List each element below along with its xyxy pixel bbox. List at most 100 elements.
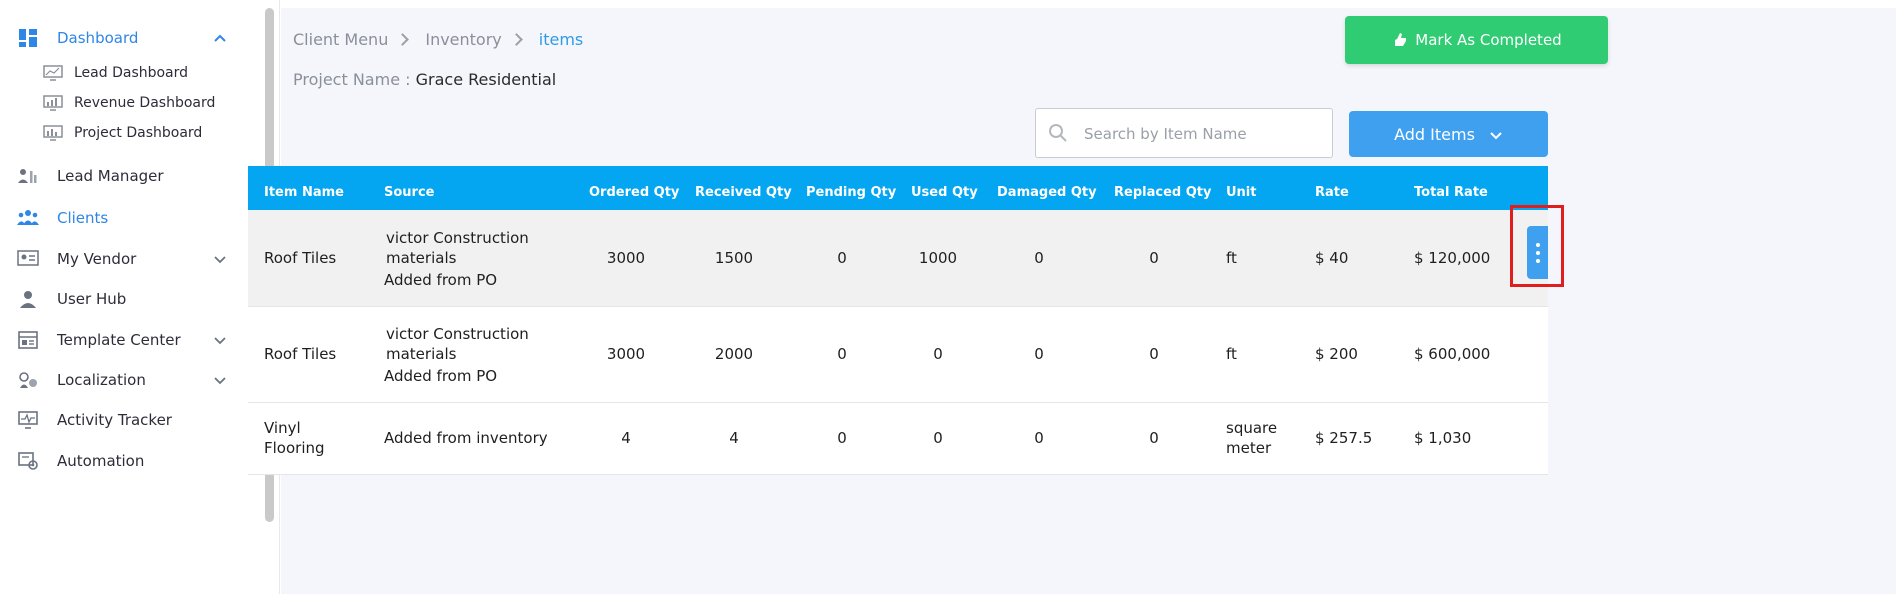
breadcrumb-inventory[interactable]: Inventory — [425, 30, 501, 49]
search-input[interactable] — [1084, 119, 1324, 149]
cell-pending-qty: 0 — [837, 429, 847, 447]
chevron-down-icon[interactable] — [212, 251, 228, 267]
project-name-value: Grace Residential — [415, 70, 557, 89]
project-chart-icon — [43, 125, 63, 141]
cell-unit-line1: square — [1226, 419, 1278, 437]
cell-received-qty: 1500 — [714, 249, 754, 267]
breadcrumb-client-menu[interactable]: Client Menu — [293, 30, 388, 49]
sidebar-item-lead-manager[interactable]: Lead Manager — [0, 156, 260, 196]
template-icon — [16, 328, 40, 352]
cell-item-name-line1: Vinyl — [264, 419, 301, 437]
monitor-chart-icon — [43, 65, 63, 81]
sidebar-item-label: User Hub — [57, 290, 127, 308]
app: Dashboard Lead Dashboard Revenue Dashboa… — [0, 0, 1896, 594]
sidebar-subitem-revenue-dashboard[interactable]: Revenue Dashboard — [0, 88, 260, 118]
sidebar-item-label: My Vendor — [57, 250, 137, 268]
cell-received-qty: 4 — [729, 429, 739, 447]
search-box — [1035, 108, 1333, 158]
sidebar-subitem-label: Lead Dashboard — [74, 65, 189, 81]
cell-pending-qty: 0 — [837, 345, 847, 363]
cell-replaced-qty: 0 — [1149, 249, 1159, 267]
chevron-down-icon — [1489, 127, 1503, 141]
dashboard-icon — [16, 26, 40, 50]
cell-source-line3: Added from PO — [384, 367, 498, 385]
breadcrumb: Client Menu Inventory items — [293, 30, 583, 49]
automation-icon — [16, 449, 40, 473]
cell-source-line1: victor Construction — [386, 229, 529, 247]
sidebar-subitem-project-dashboard[interactable]: Project Dashboard — [0, 118, 260, 148]
chevron-up-icon[interactable] — [212, 30, 228, 46]
sidebar-subitem-label: Project Dashboard — [74, 125, 203, 141]
activity-icon — [16, 408, 40, 432]
sidebar: Dashboard Lead Dashboard Revenue Dashboa… — [0, 0, 280, 594]
cell-source-line3: Added from PO — [384, 271, 498, 289]
cell-item-name: Roof Tiles — [264, 249, 337, 267]
cell-replaced-qty: 0 — [1149, 345, 1159, 363]
sidebar-item-label: Dashboard — [57, 29, 139, 47]
vendor-icon — [16, 247, 40, 271]
search-icon — [1048, 123, 1068, 143]
chevron-down-icon[interactable] — [212, 332, 228, 348]
table-row[interactable]: Roof Tiles victor Construction materials… — [248, 307, 1548, 403]
cell-rate: $ 257.5 — [1315, 429, 1373, 447]
sidebar-item-user-hub[interactable]: User Hub — [0, 279, 260, 319]
kebab-dot — [1535, 242, 1540, 247]
sidebar-item-activity-tracker[interactable]: Activity Tracker — [0, 400, 260, 440]
cell-total-rate: $ 120,000 — [1414, 249, 1491, 267]
mark-as-completed-label: Mark As Completed — [1415, 31, 1562, 49]
cell-received-qty: 2000 — [714, 345, 754, 363]
row-actions-kebab-button[interactable] — [1527, 226, 1548, 279]
cell-damaged-qty: 0 — [1034, 345, 1044, 363]
cell-rate: $ 40 — [1315, 249, 1349, 267]
project-name: Project Name : Grace Residential — [293, 70, 556, 89]
sidebar-item-label: Localization — [57, 371, 146, 389]
cell-replaced-qty: 0 — [1149, 429, 1159, 447]
cell-total-rate: $ 600,000 — [1414, 345, 1491, 363]
table-row[interactable]: Vinyl Flooring Added from inventory 4 4 … — [248, 403, 1548, 475]
sidebar-item-localization[interactable]: Localization — [0, 360, 260, 400]
cell-used-qty: 1000 — [918, 249, 958, 267]
cell-pending-qty: 0 — [837, 249, 847, 267]
cell-item-name-line2: Flooring — [264, 439, 325, 457]
hand-check-icon — [1391, 31, 1409, 49]
cell-source-line1: victor Construction — [386, 325, 529, 343]
chevron-down-icon[interactable] — [212, 372, 228, 388]
cell-used-qty: 0 — [933, 345, 943, 363]
chevron-right-icon — [509, 33, 523, 46]
cell-used-qty: 0 — [933, 429, 943, 447]
mark-as-completed-button[interactable]: Mark As Completed — [1345, 16, 1608, 64]
lead-manager-icon — [16, 164, 40, 188]
sidebar-item-dashboard[interactable]: Dashboard — [0, 18, 260, 58]
cell-unit-line2: meter — [1226, 439, 1272, 457]
table-row[interactable]: Roof Tiles victor Construction materials… — [248, 210, 1548, 307]
sidebar-item-label: Activity Tracker — [57, 411, 172, 429]
project-name-label: Project Name : — [293, 70, 411, 89]
cell-ordered-qty: 3000 — [606, 345, 646, 363]
cell-source-line2: materials — [386, 345, 457, 363]
cell-unit: ft — [1226, 345, 1237, 363]
cell-source-line2: materials — [386, 249, 457, 267]
sidebar-item-clients[interactable]: Clients — [0, 198, 260, 238]
breadcrumb-items: items — [538, 30, 584, 49]
chevron-right-icon — [396, 33, 410, 46]
sidebar-item-label: Clients — [57, 209, 109, 227]
cell-item-name: Roof Tiles — [264, 345, 337, 363]
sidebar-item-my-vendor[interactable]: My Vendor — [0, 239, 260, 279]
kebab-dot — [1535, 250, 1540, 255]
cell-source: Added from inventory — [384, 429, 548, 447]
kebab-dot — [1535, 258, 1540, 263]
add-items-label: Add Items — [1394, 124, 1475, 144]
sidebar-item-automation[interactable]: Automation — [0, 441, 260, 481]
revenue-chart-icon — [43, 95, 63, 111]
localization-icon — [16, 368, 40, 392]
sidebar-item-label: Lead Manager — [57, 167, 164, 185]
sidebar-subitem-label: Revenue Dashboard — [74, 95, 216, 111]
cell-total-rate: $ 1,030 — [1414, 429, 1472, 447]
cell-ordered-qty: 3000 — [606, 249, 646, 267]
cell-ordered-qty: 4 — [621, 429, 631, 447]
add-items-button[interactable]: Add Items — [1349, 111, 1548, 157]
user-icon — [16, 287, 40, 311]
sidebar-item-template-center[interactable]: Template Center — [0, 320, 260, 360]
sidebar-item-label: Template Center — [57, 331, 181, 349]
sidebar-subitem-lead-dashboard[interactable]: Lead Dashboard — [0, 58, 260, 88]
